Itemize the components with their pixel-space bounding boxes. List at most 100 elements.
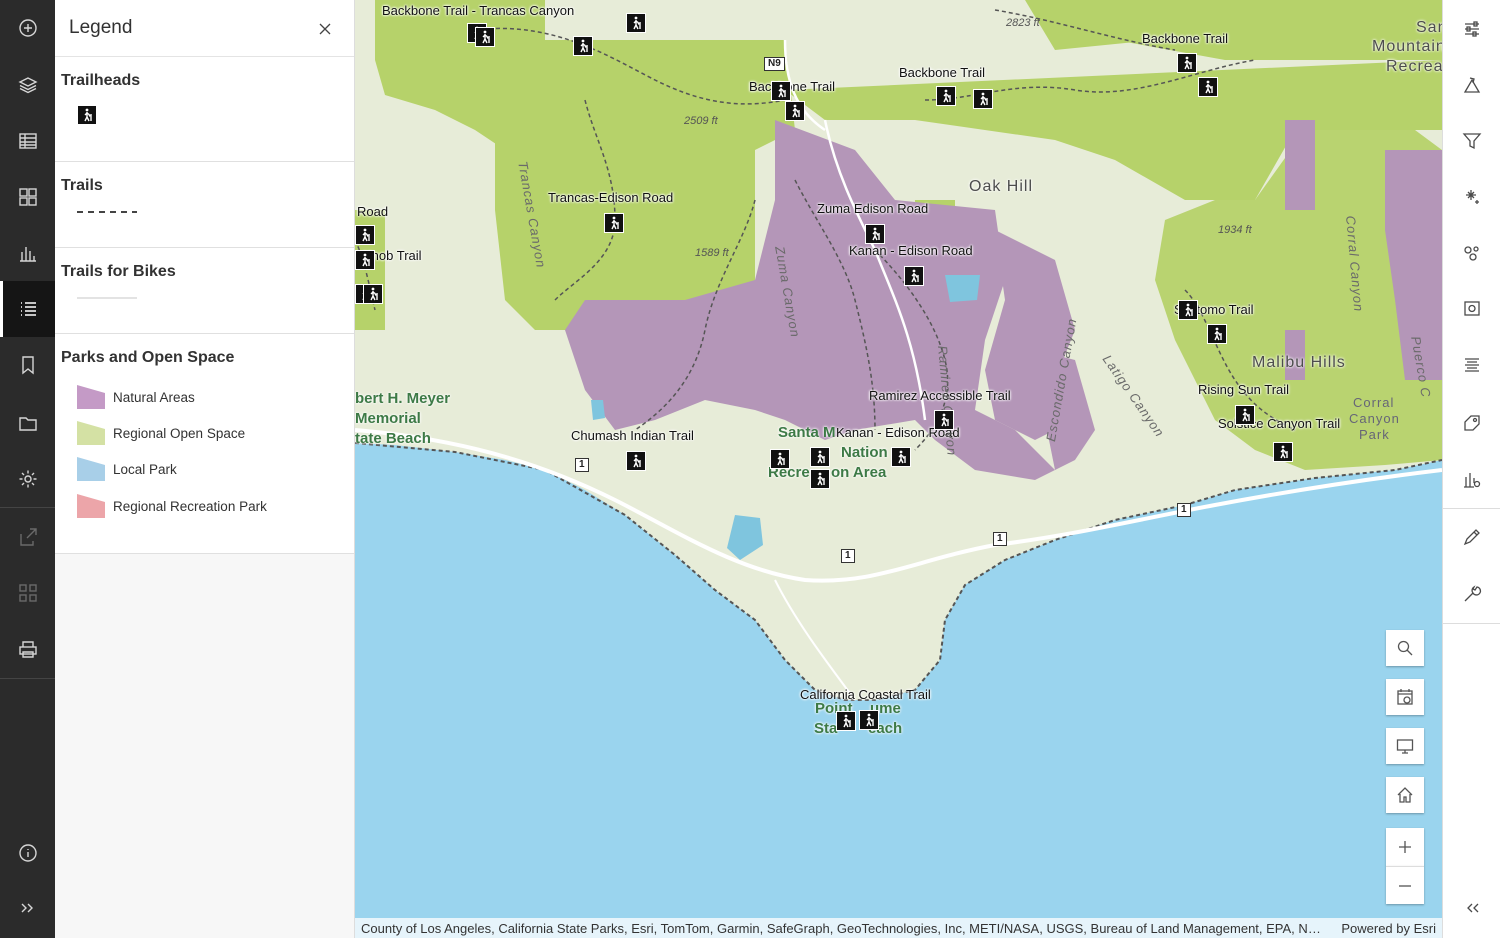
trailhead-marker[interactable] bbox=[1198, 77, 1218, 97]
trailhead-marker[interactable] bbox=[626, 451, 646, 471]
legend-section-bikes: Trails for Bikes bbox=[55, 248, 354, 334]
trailhead-marker[interactable] bbox=[934, 410, 954, 430]
home-icon bbox=[1397, 787, 1413, 803]
trailhead-marker[interactable] bbox=[891, 447, 911, 467]
trailhead-marker[interactable] bbox=[810, 447, 830, 467]
left-toolbar bbox=[0, 0, 55, 938]
fields-button[interactable] bbox=[1443, 337, 1500, 393]
scale-range-button[interactable] bbox=[1386, 679, 1424, 715]
trailhead-marker[interactable] bbox=[355, 225, 375, 245]
trailhead-marker[interactable] bbox=[363, 284, 383, 304]
legend-list-icon bbox=[20, 302, 36, 316]
right-toolbar bbox=[1442, 0, 1500, 938]
legend-section-trailheads: Trailheads bbox=[55, 57, 354, 162]
configure-charts-button[interactable] bbox=[1443, 451, 1500, 507]
bookmarks-button[interactable] bbox=[0, 337, 55, 393]
toolbar-divider bbox=[0, 678, 55, 679]
park-label: Memorial bbox=[355, 410, 421, 427]
minus-icon bbox=[1399, 884, 1411, 887]
legend-section-title: Trails bbox=[61, 177, 103, 194]
about-button[interactable] bbox=[0, 825, 55, 881]
trailhead-marker[interactable] bbox=[770, 449, 790, 469]
trailhead-marker[interactable] bbox=[785, 101, 805, 121]
legend-section-parks: Parks and Open Space Natural Areas Regio… bbox=[55, 334, 354, 554]
trailhead-marker[interactable] bbox=[1178, 300, 1198, 320]
create-app-button[interactable] bbox=[0, 565, 55, 621]
charts-button[interactable] bbox=[0, 225, 55, 281]
pencil-icon bbox=[1463, 529, 1480, 546]
highway-shield: 1 bbox=[841, 549, 855, 563]
gear-icon bbox=[19, 470, 36, 488]
trailhead-marker[interactable] bbox=[604, 213, 624, 233]
park-label: Nation bbox=[841, 444, 888, 461]
properties-button[interactable] bbox=[0, 395, 55, 451]
attribution-bar[interactable]: County of Los Angeles, California State … bbox=[355, 918, 1442, 938]
cluster-icon bbox=[1464, 246, 1479, 261]
share-button[interactable] bbox=[0, 509, 55, 565]
print-button[interactable] bbox=[0, 621, 55, 677]
trailhead-marker[interactable] bbox=[771, 81, 791, 101]
park-label: Corral bbox=[1353, 395, 1395, 410]
filter-button[interactable] bbox=[1443, 113, 1500, 169]
folder-icon bbox=[18, 417, 37, 431]
elevation-label: 2823 ft bbox=[1006, 17, 1040, 29]
trailhead-marker[interactable] bbox=[859, 710, 879, 730]
clustering-button[interactable] bbox=[1443, 225, 1500, 281]
trailhead-marker[interactable] bbox=[1177, 53, 1197, 73]
trailhead-marker[interactable] bbox=[626, 13, 646, 33]
park-label: on Area bbox=[831, 464, 887, 481]
info-icon bbox=[18, 844, 37, 862]
layers-button[interactable] bbox=[0, 57, 55, 113]
highway-shield: N9 bbox=[764, 57, 785, 71]
plus-circle-icon bbox=[18, 19, 37, 37]
home-button[interactable] bbox=[1386, 777, 1424, 813]
search-icon bbox=[1397, 640, 1413, 656]
local-park bbox=[945, 275, 980, 302]
search-button[interactable] bbox=[1386, 630, 1424, 666]
trailhead-marker[interactable] bbox=[904, 266, 924, 286]
trailhead-marker[interactable] bbox=[1273, 442, 1293, 462]
trailhead-marker[interactable] bbox=[865, 224, 885, 244]
trailhead-marker[interactable] bbox=[355, 250, 375, 270]
trailhead-marker[interactable] bbox=[810, 469, 830, 489]
trailhead-marker[interactable] bbox=[836, 711, 856, 731]
zoom-in-button[interactable] bbox=[1386, 828, 1424, 866]
settings-button[interactable] bbox=[0, 451, 55, 507]
styles-button[interactable] bbox=[1443, 57, 1500, 113]
trailhead-marker[interactable] bbox=[1207, 324, 1227, 344]
hiker-icon bbox=[77, 105, 97, 125]
trailhead-marker[interactable] bbox=[973, 89, 993, 109]
powered-by-esri[interactable]: Powered by Esri bbox=[1341, 921, 1436, 936]
add-data-button[interactable] bbox=[0, 0, 55, 56]
chart-settings-icon bbox=[1464, 473, 1481, 488]
filter-icon bbox=[1462, 133, 1482, 150]
zoom-out-button[interactable] bbox=[1386, 866, 1424, 904]
expand-toolbar-button[interactable] bbox=[0, 880, 55, 936]
map-view[interactable]: Backbone Trail - Trancas Canyon Backbone… bbox=[355, 0, 1442, 938]
trailhead-marker[interactable] bbox=[573, 36, 593, 56]
printer-icon bbox=[18, 641, 37, 658]
fullscreen-button[interactable] bbox=[1386, 728, 1424, 764]
legend-item: Regional Open Space bbox=[77, 419, 245, 447]
close-legend-button[interactable] bbox=[313, 17, 337, 41]
trail-label: Road bbox=[357, 204, 389, 219]
park-label: Park bbox=[1359, 427, 1390, 442]
legend-section-trails: Trails bbox=[55, 162, 354, 248]
effects-button[interactable] bbox=[1443, 169, 1500, 225]
basemap-button[interactable] bbox=[0, 169, 55, 225]
trailhead-marker[interactable] bbox=[1235, 405, 1255, 425]
bookmark-icon bbox=[21, 356, 34, 375]
legend-button[interactable] bbox=[0, 281, 55, 337]
popups-button[interactable] bbox=[1443, 281, 1500, 337]
natural-area bbox=[1285, 120, 1315, 210]
trailhead-marker[interactable] bbox=[475, 27, 495, 47]
trail-label: Trancas-Edison Road bbox=[548, 190, 674, 205]
measure-button[interactable] bbox=[1443, 566, 1500, 622]
collapse-toolbar-button[interactable] bbox=[1443, 880, 1500, 936]
labels-button[interactable] bbox=[1443, 395, 1500, 451]
properties-button[interactable] bbox=[1443, 1, 1500, 57]
swatch-regional-open-space bbox=[77, 421, 105, 445]
trailhead-marker[interactable] bbox=[936, 86, 956, 106]
sketch-button[interactable] bbox=[1443, 509, 1500, 565]
tables-button[interactable] bbox=[0, 113, 55, 169]
